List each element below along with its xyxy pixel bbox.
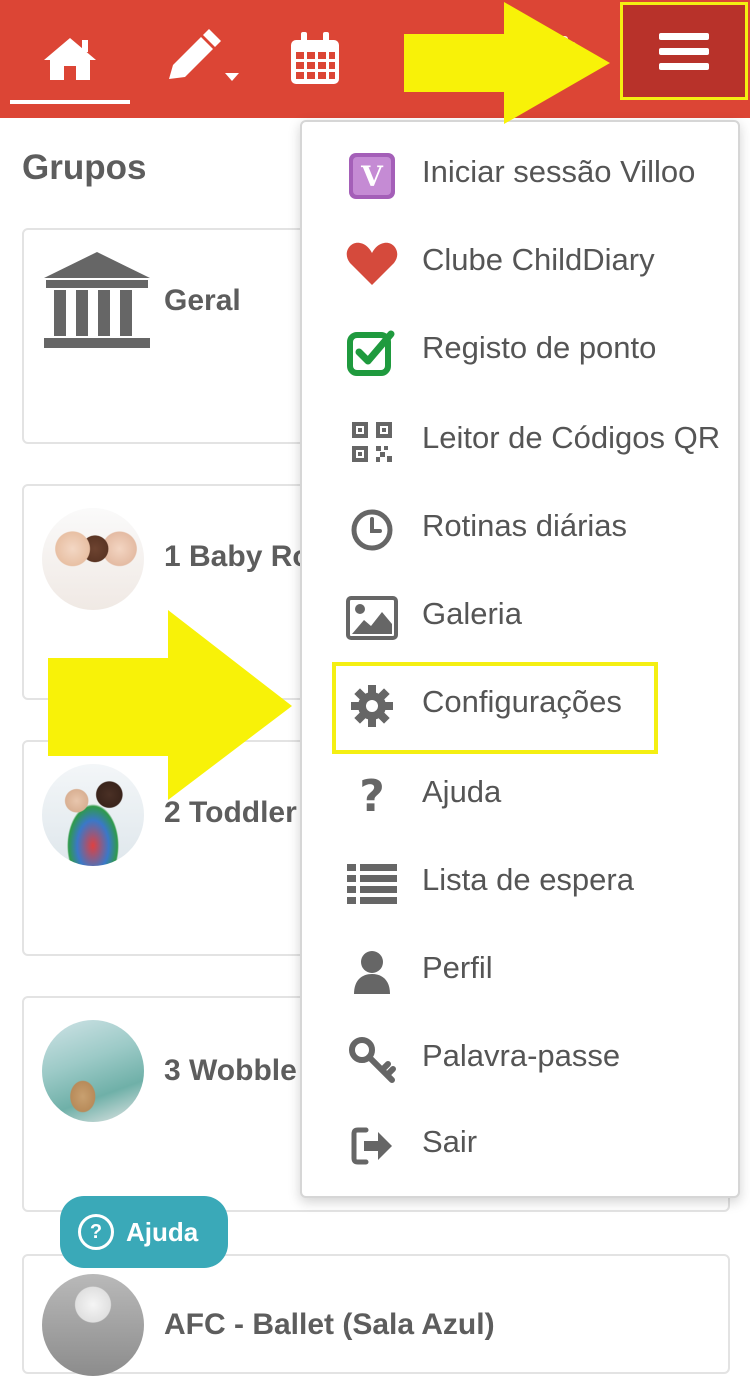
top-navigation-bar xyxy=(0,0,750,118)
heart-icon xyxy=(344,236,400,292)
sign-out-icon xyxy=(344,1118,400,1174)
page-title: Grupos xyxy=(22,148,147,187)
institution-icon xyxy=(44,252,150,348)
help-floating-button[interactable]: ? Ajuda xyxy=(60,1196,228,1268)
villoo-letter: V xyxy=(353,157,391,195)
group-name: 2 Toddler xyxy=(164,796,297,829)
group-name: 1 Baby Ro xyxy=(164,540,311,573)
group-name: Geral xyxy=(164,284,241,317)
menu-item-label: Galeria xyxy=(422,596,522,631)
group-card-ballet[interactable]: AFC - Ballet (Sala Azul) xyxy=(22,1254,730,1376)
key-icon xyxy=(344,1032,400,1088)
question-circle-icon: ? xyxy=(78,1214,114,1250)
hamburger-menu-button[interactable] xyxy=(620,2,748,100)
check-square-icon xyxy=(344,324,400,380)
home-icon xyxy=(44,38,96,80)
help-button-label: Ajuda xyxy=(126,1216,199,1247)
active-tab-indicator xyxy=(10,100,130,104)
group-avatar-photo xyxy=(42,1020,144,1122)
group-name: AFC - Ballet (Sala Azul) xyxy=(164,1308,495,1341)
calendar-icon xyxy=(291,32,339,84)
group-avatar-photo xyxy=(42,508,144,610)
edit-icon xyxy=(169,29,239,81)
calendar-button[interactable] xyxy=(270,20,360,98)
menu-item-palavra-passe[interactable]: Palavra-passe xyxy=(302,1018,738,1106)
menu-item-label: Registo de ponto xyxy=(422,330,657,365)
menu-item-label: Clube ChildDiary xyxy=(422,242,655,277)
group-name: 3 Wobble xyxy=(164,1054,297,1087)
menu-item-registo[interactable]: Registo de ponto xyxy=(302,310,738,398)
menu-item-label: Lista de espera xyxy=(422,862,634,897)
arrow-to-configuracoes-icon xyxy=(48,610,292,800)
menu-item-clube[interactable]: Clube ChildDiary xyxy=(302,222,738,310)
menu-item-rotinas[interactable]: Rotinas diárias xyxy=(302,488,738,576)
menu-item-sair[interactable]: Sair xyxy=(302,1104,738,1192)
home-button[interactable] xyxy=(10,20,130,98)
edit-button[interactable] xyxy=(150,20,250,98)
qr-code-icon xyxy=(344,414,400,470)
clock-icon xyxy=(344,502,400,558)
hamburger-menu-icon xyxy=(659,25,709,78)
menu-item-label: Rotinas diárias xyxy=(422,508,628,543)
menu-item-qr[interactable]: Leitor de Códigos QR xyxy=(302,400,738,488)
question-icon: ? xyxy=(359,770,385,822)
menu-item-label: Iniciar sessão Villoo xyxy=(422,154,696,189)
main-menu-dropdown: V Iniciar sessão Villoo Clube ChildDiary… xyxy=(300,120,740,1198)
menu-item-perfil[interactable]: Perfil xyxy=(302,930,738,1018)
image-icon xyxy=(344,590,400,646)
group-avatar-photo xyxy=(42,1274,144,1376)
villoo-icon: V xyxy=(344,148,400,204)
list-icon xyxy=(344,856,400,912)
menu-item-lista-espera[interactable]: Lista de espera xyxy=(302,842,738,930)
menu-item-label: Perfil xyxy=(422,950,493,985)
menu-item-ajuda[interactable]: ? Ajuda xyxy=(302,754,738,842)
menu-item-label: Leitor de Códigos QR xyxy=(422,420,721,455)
arrow-to-menu-icon xyxy=(404,2,610,124)
menu-item-villoo[interactable]: V Iniciar sessão Villoo xyxy=(302,134,738,222)
menu-item-label: Ajuda xyxy=(422,774,502,809)
menu-item-label: Palavra-passe xyxy=(422,1038,621,1073)
user-icon xyxy=(344,944,400,1000)
configuracoes-highlight-box xyxy=(332,662,658,754)
menu-item-galeria[interactable]: Galeria xyxy=(302,576,738,664)
menu-item-label: Sair xyxy=(422,1124,478,1159)
